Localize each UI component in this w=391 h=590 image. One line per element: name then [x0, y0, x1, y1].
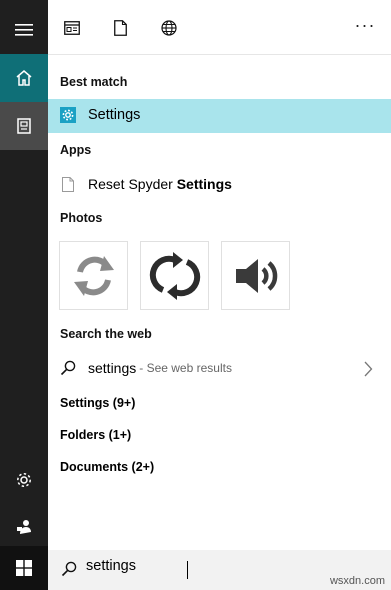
app-result-prefix: Reset Spyder: [88, 176, 177, 192]
apps-icon: [64, 21, 80, 35]
photo-tile-sync-dark[interactable]: [140, 241, 209, 310]
start-button[interactable]: [0, 546, 48, 590]
windows-logo-icon: [16, 560, 32, 576]
feedback-icon: [17, 520, 31, 534]
photo-tiles: [59, 241, 290, 310]
watermark: wsxdn.com: [329, 575, 385, 587]
apps-heading: Apps: [60, 143, 92, 157]
web-search-row[interactable]: settings - See web results: [48, 352, 391, 386]
refresh-icon: [149, 251, 200, 300]
search-web-heading: Search the web: [60, 327, 152, 341]
settings-count-link[interactable]: Settings (9+): [60, 396, 135, 410]
best-match-label: Settings: [88, 107, 141, 123]
apps-filter-button[interactable]: [62, 18, 82, 38]
best-match-item[interactable]: Settings: [60, 107, 140, 123]
search-icon: [60, 360, 76, 376]
globe-icon: [161, 20, 177, 36]
home-button[interactable]: [0, 54, 48, 102]
filter-bar: ···: [48, 0, 391, 55]
photos-heading: Photos: [60, 211, 103, 225]
gear-icon: [17, 473, 31, 487]
search-input[interactable]: [86, 558, 286, 574]
web-query-text: settings: [88, 360, 137, 376]
documents-count-link[interactable]: Documents (2+): [60, 460, 154, 474]
text-caret: [187, 561, 188, 579]
more-options-button[interactable]: ···: [355, 15, 375, 35]
search-box-icon: [61, 561, 77, 582]
photo-tile-sync-grey[interactable]: [59, 241, 128, 310]
notebook-button[interactable]: [0, 102, 48, 150]
search-box[interactable]: wsxdn.com: [48, 550, 391, 590]
menu-button[interactable]: [0, 6, 48, 54]
web-search-item: settings - See web results: [60, 360, 232, 376]
documents-filter-button[interactable]: [110, 18, 130, 38]
volume-icon: [235, 258, 277, 293]
document-icon: [113, 20, 127, 36]
home-icon: [16, 70, 32, 86]
more-options-icon: ···: [354, 14, 376, 35]
settings-button[interactable]: [0, 456, 48, 504]
best-match-heading: Best match: [60, 75, 128, 89]
file-icon: [60, 176, 76, 192]
photo-tile-volume[interactable]: [221, 241, 290, 310]
feedback-button[interactable]: [0, 503, 48, 551]
folders-count-link[interactable]: Folders (1+): [60, 428, 131, 442]
chevron-right-icon[interactable]: [363, 361, 373, 382]
sync-icon: [73, 255, 114, 296]
settings-app-icon: [60, 107, 76, 123]
web-filter-button[interactable]: [159, 18, 179, 38]
hamburger-icon: [15, 24, 33, 36]
left-rail: [0, 0, 48, 590]
notebook-icon: [17, 118, 31, 134]
app-result-item[interactable]: Reset Spyder Settings: [60, 176, 232, 192]
app-result-match: Settings: [176, 176, 232, 192]
app-result-name: Reset Spyder Settings: [88, 176, 232, 192]
web-results-hint: - See web results: [139, 361, 232, 375]
